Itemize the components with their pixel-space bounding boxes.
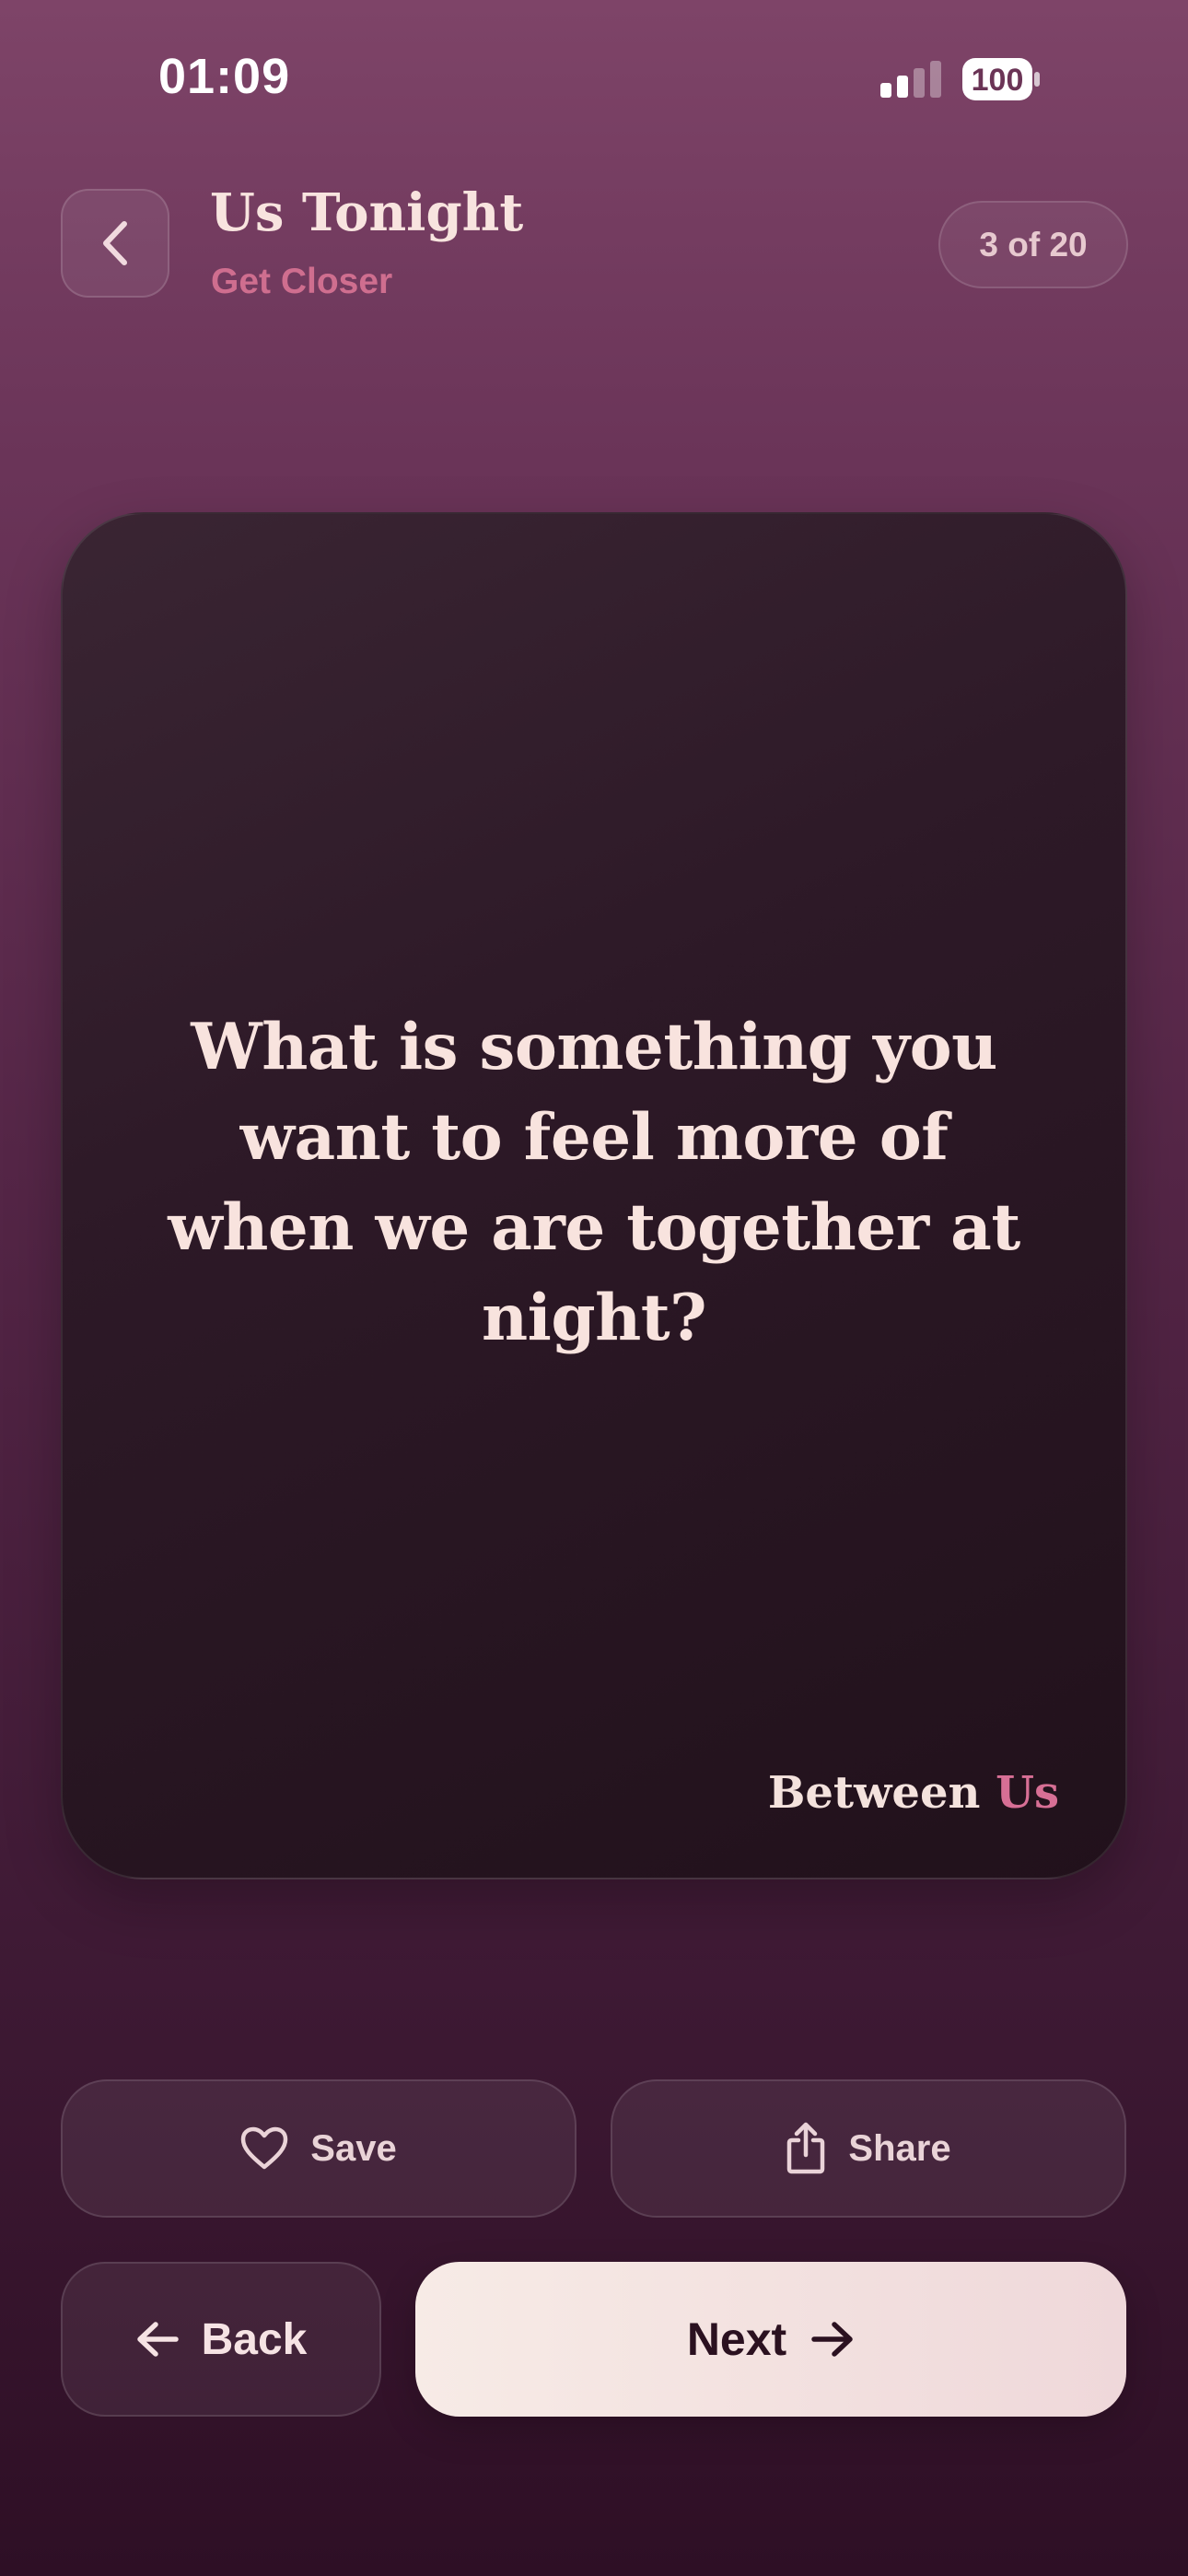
arrow-right-icon [810, 2321, 855, 2358]
battery-level: 100 [972, 63, 1024, 98]
cellular-signal-icon [879, 61, 943, 100]
back-button[interactable]: Back [61, 2262, 381, 2417]
question-text: What is something you want to feel more … [168, 1010, 1020, 1355]
brand-word-us: Us [996, 1767, 1059, 1819]
next-label: Next [686, 2313, 787, 2365]
next-button[interactable]: Next [415, 2262, 1126, 2417]
save-label: Save [310, 2127, 397, 2169]
arrow-left-icon [135, 2321, 180, 2358]
status-time: 01:09 [158, 49, 291, 104]
back-icon-button[interactable] [61, 189, 169, 298]
brand-logo: Between Us [768, 1767, 1059, 1819]
battery-icon: 100 [961, 57, 1041, 101]
heart-icon [240, 2126, 288, 2171]
share-icon [786, 2122, 826, 2175]
share-button[interactable]: Share [611, 2079, 1126, 2218]
chevron-left-icon [97, 220, 134, 266]
page-subtitle: Get Closer [211, 262, 393, 301]
back-label: Back [201, 2314, 308, 2364]
page-title: Us Tonight [210, 182, 524, 243]
save-button[interactable]: Save [61, 2079, 577, 2218]
progress-badge: 3 of 20 [938, 201, 1128, 288]
brand-word-between: Between [767, 1767, 981, 1819]
share-label: Share [848, 2127, 951, 2169]
